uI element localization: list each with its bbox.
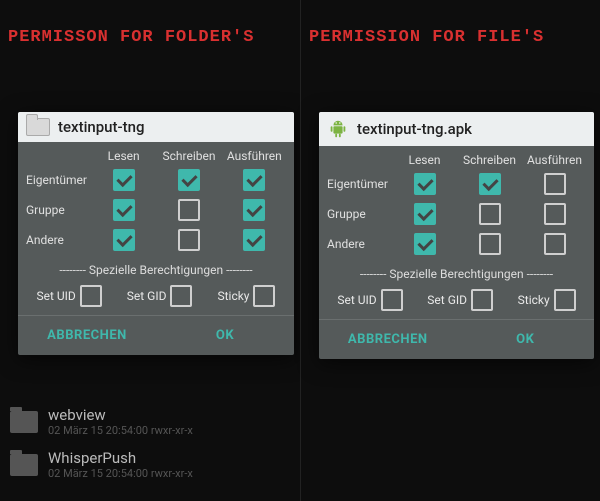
special-perms-row: Set UID Set GID Sticky — [327, 287, 586, 313]
sticky-label: Sticky — [518, 293, 550, 307]
special-perms-header: -------- Spezielle Berechtigungen ------… — [327, 267, 586, 281]
group-read-checkbox[interactable] — [414, 203, 436, 225]
col-read: Lesen — [92, 150, 155, 163]
owner-write-checkbox[interactable] — [178, 169, 200, 191]
ok-button[interactable]: OK — [457, 320, 595, 359]
setuid-label: Set UID — [36, 289, 75, 303]
setgid-label: Set GID — [427, 293, 467, 307]
col-write: Schreiben — [458, 154, 521, 167]
row-other-label: Andere — [327, 238, 391, 251]
item-name: webview — [48, 406, 193, 424]
setgid-label: Set GID — [127, 289, 167, 303]
row-other-label: Andere — [26, 234, 90, 247]
group-read-checkbox[interactable] — [113, 199, 135, 221]
panel-folder: PERMISSON FOR FOLDER'S webview 02 März 1… — [0, 0, 300, 501]
dialog-buttons: ABBRECHEN OK — [18, 315, 294, 355]
sticky-label: Sticky — [217, 289, 249, 303]
dialog-buttons: ABBRECHEN OK — [319, 319, 594, 359]
panel-file: PERMISSION FOR FILE'S textinput-tng.apk … — [300, 0, 600, 501]
col-write: Schreiben — [157, 150, 220, 163]
folder-icon — [10, 454, 38, 476]
col-exec: Ausführen — [523, 154, 586, 167]
group-exec-checkbox[interactable] — [243, 199, 265, 221]
special-perms-header: -------- Spezielle Berechtigungen ------… — [26, 263, 286, 277]
group-write-checkbox[interactable] — [178, 199, 200, 221]
dialog-header: textinput-tng — [18, 112, 294, 142]
item-name: WhisperPush — [48, 449, 193, 467]
other-read-checkbox[interactable] — [113, 229, 135, 251]
setuid-checkbox[interactable] — [381, 289, 403, 311]
permissions-dialog-file: textinput-tng.apk Lesen Schreiben Ausfüh… — [319, 112, 594, 359]
owner-write-checkbox[interactable] — [479, 173, 501, 195]
setgid-checkbox[interactable] — [170, 285, 192, 307]
banner-file: PERMISSION FOR FILE'S — [301, 0, 600, 47]
col-read: Lesen — [393, 154, 456, 167]
other-write-checkbox[interactable] — [178, 229, 200, 251]
setgid-checkbox[interactable] — [471, 289, 493, 311]
item-meta: 02 März 15 20:54:00 rwxr-xr-x — [48, 467, 193, 480]
android-icon — [327, 118, 349, 140]
dialog-title: textinput-tng.apk — [357, 120, 472, 138]
other-read-checkbox[interactable] — [414, 233, 436, 255]
owner-exec-checkbox[interactable] — [243, 169, 265, 191]
sticky-checkbox[interactable] — [554, 289, 576, 311]
list-item[interactable]: WhisperPush 02 März 15 20:54:00 rwxr-xr-… — [0, 443, 300, 486]
folder-icon — [10, 411, 38, 433]
other-exec-checkbox[interactable] — [544, 233, 566, 255]
group-exec-checkbox[interactable] — [544, 203, 566, 225]
owner-read-checkbox[interactable] — [414, 173, 436, 195]
row-owner-label: Eigentümer — [26, 174, 90, 187]
banner-folder: PERMISSON FOR FOLDER'S — [0, 0, 300, 47]
cancel-button[interactable]: ABBRECHEN — [18, 316, 156, 355]
cancel-button[interactable]: ABBRECHEN — [319, 320, 457, 359]
row-group-label: Gruppe — [327, 208, 391, 221]
permissions-dialog-folder: textinput-tng Lesen Schreiben Ausführen … — [18, 112, 294, 355]
permissions-grid: Lesen Schreiben Ausführen Eigentümer Gru… — [26, 150, 286, 253]
row-group-label: Gruppe — [26, 204, 90, 217]
folder-icon — [26, 118, 50, 136]
owner-exec-checkbox[interactable] — [544, 173, 566, 195]
ok-button[interactable]: OK — [156, 316, 294, 355]
special-perms-row: Set UID Set GID Sticky — [26, 283, 286, 309]
other-write-checkbox[interactable] — [479, 233, 501, 255]
setuid-checkbox[interactable] — [80, 285, 102, 307]
sticky-checkbox[interactable] — [253, 285, 275, 307]
permissions-grid: Lesen Schreiben Ausführen Eigentümer Gru… — [327, 154, 586, 257]
list-item[interactable]: webview 02 März 15 20:54:00 rwxr-xr-x — [0, 400, 300, 443]
item-meta: 02 März 15 20:54:00 rwxr-xr-x — [48, 424, 193, 437]
dialog-title: textinput-tng — [58, 118, 144, 136]
row-owner-label: Eigentümer — [327, 178, 391, 191]
col-exec: Ausführen — [223, 150, 286, 163]
other-exec-checkbox[interactable] — [243, 229, 265, 251]
owner-read-checkbox[interactable] — [113, 169, 135, 191]
group-write-checkbox[interactable] — [479, 203, 501, 225]
dialog-header: textinput-tng.apk — [319, 112, 594, 146]
setuid-label: Set UID — [337, 293, 376, 307]
